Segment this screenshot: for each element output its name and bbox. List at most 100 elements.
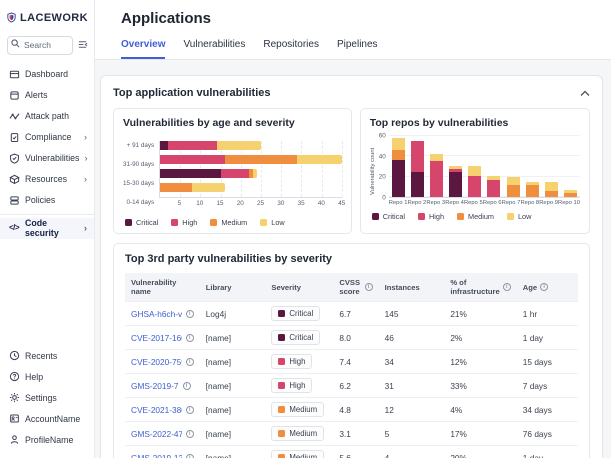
legend-item-medium[interactable]: Medium	[210, 218, 247, 227]
sidebar-item-policies[interactable]: Policies	[0, 190, 94, 211]
col-infrastructure[interactable]: % of infrastructure	[444, 273, 516, 302]
col-library[interactable]: Library	[200, 273, 266, 302]
vulnerability-link[interactable]: GMS-2019-128	[131, 453, 182, 458]
vulnerability-link[interactable]: GMS-2022-4708	[131, 429, 182, 439]
vulnerability-link[interactable]: CVE-2020-7598	[131, 357, 182, 367]
collapse-sidebar-icon[interactable]	[77, 39, 88, 50]
top-repos-yaxis: 0204060	[377, 136, 389, 198]
bar-segment-critical[interactable]	[160, 169, 221, 178]
col-instances[interactable]: Instances	[379, 273, 445, 302]
col-severity[interactable]: Severity	[265, 273, 333, 302]
x-tick-label: 10	[196, 200, 203, 207]
bar-segment-high[interactable]	[160, 155, 225, 164]
sidebar-item-label: AccountName	[25, 414, 80, 424]
info-icon[interactable]	[186, 406, 194, 414]
severity-dot	[278, 358, 285, 365]
severity-dot	[278, 310, 285, 317]
vulnerability-link[interactable]: CVE-2021-3807	[131, 405, 182, 415]
sidebar-item-code-security[interactable]: </> Code security ›	[0, 218, 94, 239]
cvss-cell: 4.8	[333, 398, 378, 422]
legend-swatch	[171, 219, 178, 226]
stacked-bar	[160, 141, 342, 150]
bar-segment-critical[interactable]	[411, 172, 424, 197]
legend-item-high[interactable]: High	[171, 218, 197, 227]
col-age[interactable]: Age	[517, 273, 578, 302]
sidebar-item-resources[interactable]: Resources ›	[0, 169, 94, 190]
category-label: Repo 2	[408, 200, 427, 206]
instances-cell: 5	[379, 422, 445, 446]
bar-segment-critical[interactable]	[392, 160, 405, 197]
cvss-cell: 8.0	[333, 326, 378, 350]
sidebar-item-settings[interactable]: Settings	[0, 387, 94, 408]
sidebar-item-vulnerabilities[interactable]: Vulnerabilities ›	[0, 148, 94, 169]
sidebar-item-account[interactable]: AccountName	[0, 408, 94, 429]
bar-segment-high[interactable]	[468, 176, 481, 197]
severity-badge: Medium	[271, 450, 324, 458]
bar-segment-medium[interactable]	[564, 193, 577, 197]
severity-dot	[278, 406, 285, 413]
bar-segment-low[interactable]	[392, 138, 405, 150]
sidebar-item-attack-path[interactable]: Attack path	[0, 106, 94, 127]
col-cvss-score[interactable]: CVSS score	[333, 273, 378, 302]
sidebar-item-help[interactable]: Help	[0, 366, 94, 387]
info-icon[interactable]	[186, 310, 194, 318]
vulnerability-link[interactable]: GMS-2019-7	[131, 381, 179, 391]
info-icon[interactable]	[186, 358, 194, 366]
bar-segment-medium[interactable]	[392, 150, 405, 160]
info-icon[interactable]	[503, 283, 511, 291]
legend-item-high[interactable]: High	[418, 212, 444, 221]
x-tick-label: 20	[237, 200, 244, 207]
info-icon[interactable]	[183, 382, 191, 390]
tab-overview[interactable]: Overview	[121, 39, 165, 59]
collapse-section-icon[interactable]	[580, 90, 590, 97]
bar-segment-low[interactable]	[430, 154, 443, 161]
bar-segment-medium[interactable]	[160, 183, 192, 192]
severity-badge: Critical	[271, 306, 320, 321]
bar-segment-low[interactable]	[253, 169, 257, 178]
bar-segment-high[interactable]	[430, 161, 443, 197]
sidebar-item-dashboard[interactable]: Dashboard	[0, 64, 94, 85]
tab-vulnerabilities[interactable]: Vulnerabilities	[183, 39, 245, 59]
bar-segment-high[interactable]	[411, 141, 424, 172]
bar-segment-medium[interactable]	[545, 191, 558, 197]
tab-repositories[interactable]: Repositories	[263, 39, 319, 59]
bar-segment-low[interactable]	[507, 177, 520, 185]
sidebar-item-label: Attack path	[25, 111, 69, 121]
infrastructure-cell: 33%	[444, 374, 516, 398]
bar-segment-critical[interactable]	[160, 141, 168, 150]
legend-item-medium[interactable]: Medium	[457, 212, 494, 221]
tab-pipelines[interactable]: Pipelines	[337, 39, 378, 59]
info-icon[interactable]	[540, 283, 548, 291]
bar-segment-high[interactable]	[168, 141, 216, 150]
bar-segment-high[interactable]	[221, 169, 249, 178]
vulnerability-link[interactable]: CVE-2017-16042	[131, 333, 182, 343]
age-severity-plot	[159, 141, 342, 198]
sidebar-item-profile[interactable]: ProfileName	[0, 429, 94, 450]
legend-item-critical[interactable]: Critical	[372, 212, 405, 221]
sidebar-item-recents[interactable]: Recents	[0, 345, 94, 366]
lacework-logo[interactable]: LACEWORK	[0, 0, 94, 33]
info-icon[interactable]	[365, 283, 373, 291]
bar-segment-high[interactable]	[487, 180, 500, 197]
bar-segment-medium[interactable]	[225, 155, 298, 164]
sidebar-item-compliance[interactable]: Compliance ›	[0, 127, 94, 148]
sidebar-item-label: ProfileName	[25, 435, 73, 445]
sidebar-item-alerts[interactable]: Alerts	[0, 85, 94, 106]
col-vulnerability-name[interactable]: Vulnerability name	[125, 273, 200, 302]
info-icon[interactable]	[186, 430, 194, 438]
bar-segment-low[interactable]	[468, 166, 481, 176]
legend-item-low[interactable]: Low	[260, 218, 284, 227]
bar-segment-medium[interactable]	[507, 185, 520, 197]
vulnerability-link[interactable]: GHSA-h6ch-v84...	[131, 309, 182, 319]
bar-segment-low[interactable]	[192, 183, 224, 192]
legend-item-critical[interactable]: Critical	[125, 218, 158, 227]
info-icon[interactable]	[186, 454, 194, 458]
bar-segment-medium[interactable]	[526, 185, 539, 197]
x-tick-label: 30	[277, 200, 284, 207]
bar-segment-critical[interactable]	[449, 172, 462, 197]
bar-segment-low[interactable]	[217, 141, 261, 150]
bar-segment-low[interactable]	[297, 155, 341, 164]
info-icon[interactable]	[186, 334, 194, 342]
bar-segment-low[interactable]	[545, 182, 558, 191]
legend-item-low[interactable]: Low	[507, 212, 531, 221]
